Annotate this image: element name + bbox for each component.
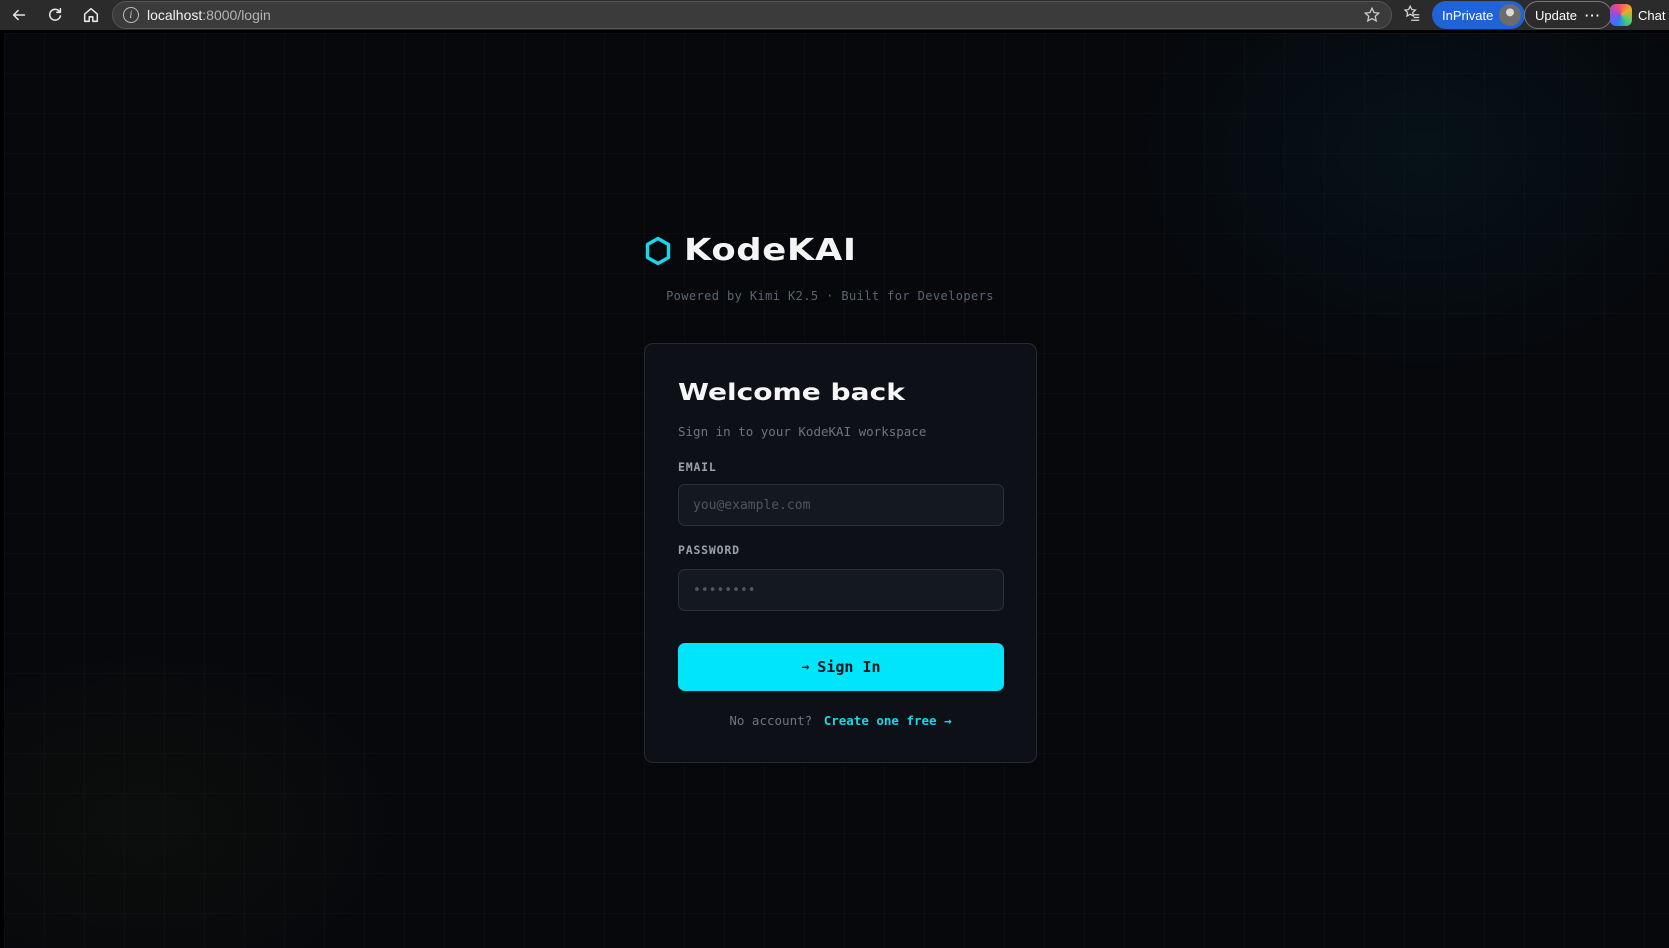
url-text: localhost:8000/login [147,7,271,23]
home-button[interactable] [80,4,102,26]
hexagon-logo-icon [645,236,671,265]
brand-name: KodeKAI [684,233,857,268]
url-path: :8000/login [202,7,271,23]
signup-row: No account? Create one free → [645,713,1036,728]
copilot-chat-button[interactable]: Chat [1610,4,1665,26]
login-subtitle: Sign in to your KodeKAI workspace [678,424,927,439]
login-card: Welcome back Sign in to your KodeKAI wor… [644,343,1037,763]
favorites-button[interactable] [1403,4,1425,26]
copilot-icon [1610,4,1632,26]
signup-prompt: No account? [729,713,813,728]
url-host: localhost [147,7,203,23]
email-label: EMAIL [678,460,717,474]
refresh-button[interactable] [44,4,66,26]
brand-header: KodeKAI [644,233,856,268]
sign-in-label: Sign In [817,658,881,676]
update-label: Update [1535,7,1577,23]
arrow-left-icon [12,9,26,21]
inprivate-label: InPrivate [1442,7,1494,23]
favorites-star-list-icon [1403,4,1420,21]
profile-avatar [1499,4,1522,26]
update-button[interactable]: Update ··· [1524,1,1612,29]
page-viewport: KodeKAI Powered by Kimi K2.5 · Built for… [4,33,1669,948]
browser-toolbar: i localhost:8000/login InPrivate Update … [0,0,1669,30]
refresh-icon [49,7,62,21]
email-input[interactable] [678,484,1004,526]
brand-tagline: Powered by Kimi K2.5 · Built for Develop… [666,289,994,303]
create-account-link[interactable]: Create one free → [824,713,952,728]
site-info-icon[interactable]: i [123,7,139,23]
chat-label: Chat [1638,7,1666,23]
address-bar[interactable]: i localhost:8000/login [112,1,1392,29]
back-button[interactable] [8,4,30,26]
arrow-right-icon: → [801,659,810,675]
favorite-star-button[interactable] [1363,6,1383,26]
login-title: Welcome back [678,380,905,406]
password-input[interactable] [678,569,1004,611]
star-icon [1363,6,1381,23]
inprivate-profile-button[interactable]: InPrivate [1432,1,1526,29]
password-label: PASSWORD [678,543,740,557]
home-icon [83,7,99,23]
sign-in-button[interactable]: → Sign In [678,643,1004,691]
more-options-icon: ··· [1584,7,1601,23]
